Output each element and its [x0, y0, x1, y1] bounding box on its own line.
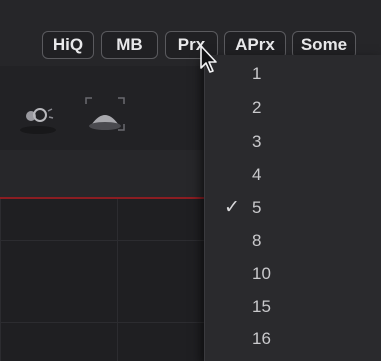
proxy-option-2[interactable]: 2: [205, 91, 381, 125]
mb-button[interactable]: MB: [101, 31, 158, 59]
light-tool-ray: [47, 108, 53, 112]
dome-tool-corner: [118, 97, 125, 104]
proxy-option-label: 1: [252, 64, 262, 83]
hiq-button[interactable]: HiQ: [42, 31, 94, 59]
proxy-option-3[interactable]: 3: [205, 125, 381, 159]
proxy-option-label: 2: [252, 98, 262, 117]
proxy-option-label: 16: [252, 329, 271, 348]
checkmark-icon: ✓: [224, 197, 240, 218]
grid-column-line: [117, 199, 118, 361]
proxy-dropdown-menu: 1 2 3 4 ✓ 5 8 10 15 16: [204, 55, 381, 361]
app-window: HiQ MB Prx APrx Some 1 2 3 4 ✓ 5 8 10 15…: [0, 0, 381, 361]
proxy-option-16[interactable]: 16: [205, 322, 381, 356]
grid-column-line: [0, 199, 1, 361]
proxy-option-5[interactable]: ✓ 5: [205, 191, 381, 225]
proxy-option-label: 5: [252, 198, 262, 217]
dome-tool-base: [89, 122, 121, 130]
proxy-option-1[interactable]: 1: [205, 57, 381, 91]
dome-tool-corner: [85, 97, 92, 104]
proxy-option-4[interactable]: 4: [205, 158, 381, 192]
proxy-option-label: 8: [252, 231, 262, 250]
proxy-option-label: 4: [252, 165, 262, 184]
proxy-option-10[interactable]: 10: [205, 257, 381, 291]
proxy-option-15[interactable]: 15: [205, 290, 381, 324]
proxy-option-8[interactable]: 8: [205, 224, 381, 258]
light-tool-ray: [48, 116, 54, 119]
proxy-option-label: 10: [252, 264, 271, 283]
proxy-option-label: 3: [252, 132, 262, 151]
dome-tool-icon[interactable]: [82, 94, 128, 136]
light-tool-icon[interactable]: [14, 100, 62, 136]
light-tool-shadow: [20, 126, 56, 134]
mouse-pointer-icon: [200, 45, 217, 73]
proxy-option-label: 15: [252, 297, 271, 316]
